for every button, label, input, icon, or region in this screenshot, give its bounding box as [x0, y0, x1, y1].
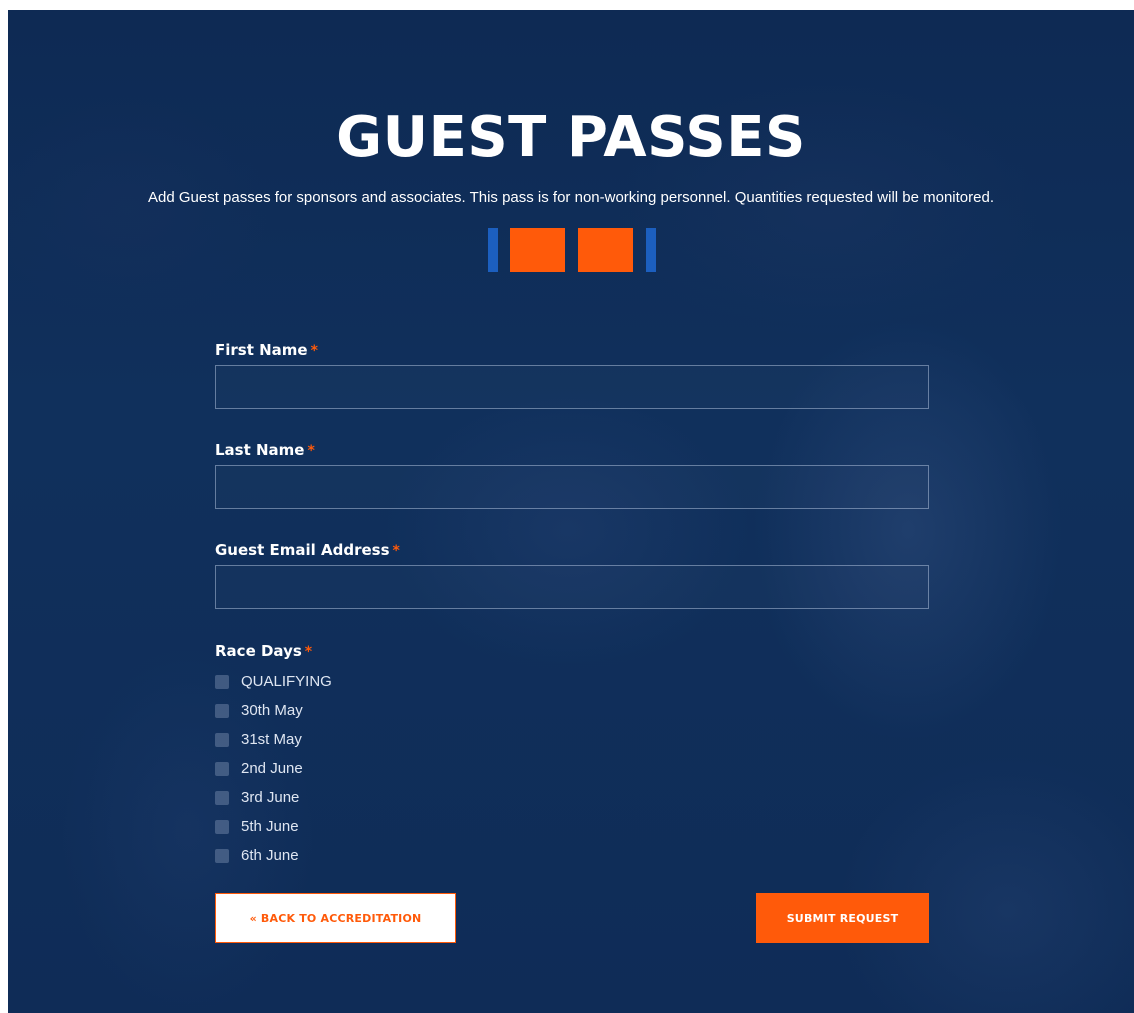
required-asterisk: *: [392, 543, 400, 559]
race-day-label: 6th June: [241, 847, 299, 864]
checkbox[interactable]: [215, 674, 229, 689]
required-asterisk: *: [304, 644, 313, 660]
first-name-label-text: First Name: [215, 341, 308, 359]
guest-email-group: Guest Email Address *: [215, 540, 929, 609]
first-name-label: First Name *: [215, 340, 929, 360]
race-day-option-31st-may[interactable]: 31st May: [215, 725, 332, 754]
last-name-group: Last Name *: [215, 440, 929, 509]
race-day-label: 31st May: [241, 731, 302, 748]
progress-step-2: [510, 228, 565, 272]
race-days-options: QUALIFYING 30th May 31st May 2nd June 3r…: [215, 667, 332, 870]
race-day-label: 5th June: [241, 818, 299, 835]
checkbox[interactable]: [215, 761, 229, 776]
race-day-option-2nd-june[interactable]: 2nd June: [215, 754, 332, 783]
race-day-option-6th-june[interactable]: 6th June: [215, 841, 332, 870]
step-progress-indicator: [488, 228, 658, 272]
back-to-accreditation-button[interactable]: « BACK TO ACCREDITATION: [215, 893, 456, 943]
checkbox[interactable]: [215, 703, 229, 718]
page-frame: GUEST PASSES Add Guest passes for sponso…: [8, 10, 1134, 1013]
race-day-option-qualifying[interactable]: QUALIFYING: [215, 667, 332, 696]
first-name-input[interactable]: [215, 365, 929, 409]
race-day-label: 2nd June: [241, 760, 303, 777]
submit-request-button[interactable]: SUBMIT REQUEST: [756, 893, 929, 943]
guest-email-label-text: Guest Email Address: [215, 541, 390, 559]
last-name-input[interactable]: [215, 465, 929, 509]
checkbox[interactable]: [215, 732, 229, 747]
race-days-label-text: Race Days: [215, 642, 302, 660]
page-title: GUEST PASSES: [336, 105, 806, 170]
race-day-option-30th-may[interactable]: 30th May: [215, 696, 332, 725]
progress-step-3: [578, 228, 633, 272]
race-day-label: QUALIFYING: [241, 673, 332, 690]
required-asterisk: *: [310, 343, 318, 359]
progress-step-4: [646, 228, 656, 272]
last-name-label-text: Last Name: [215, 441, 305, 459]
first-name-group: First Name *: [215, 340, 929, 409]
checkbox[interactable]: [215, 848, 229, 863]
race-day-option-5th-june[interactable]: 5th June: [215, 812, 332, 841]
race-days-label: Race Days *: [215, 641, 332, 661]
checkbox[interactable]: [215, 819, 229, 834]
race-day-label: 3rd June: [241, 789, 300, 806]
last-name-label: Last Name *: [215, 440, 929, 460]
guest-email-input[interactable]: [215, 565, 929, 609]
race-days-group: Race Days * QUALIFYING 30th May 31st May …: [215, 641, 332, 870]
race-day-option-3rd-june[interactable]: 3rd June: [215, 783, 332, 812]
guest-email-label: Guest Email Address *: [215, 540, 929, 560]
progress-step-1: [488, 228, 498, 272]
checkbox[interactable]: [215, 790, 229, 805]
race-day-label: 30th May: [241, 702, 303, 719]
page-subtitle: Add Guest passes for sponsors and associ…: [148, 189, 994, 206]
required-asterisk: *: [307, 443, 315, 459]
